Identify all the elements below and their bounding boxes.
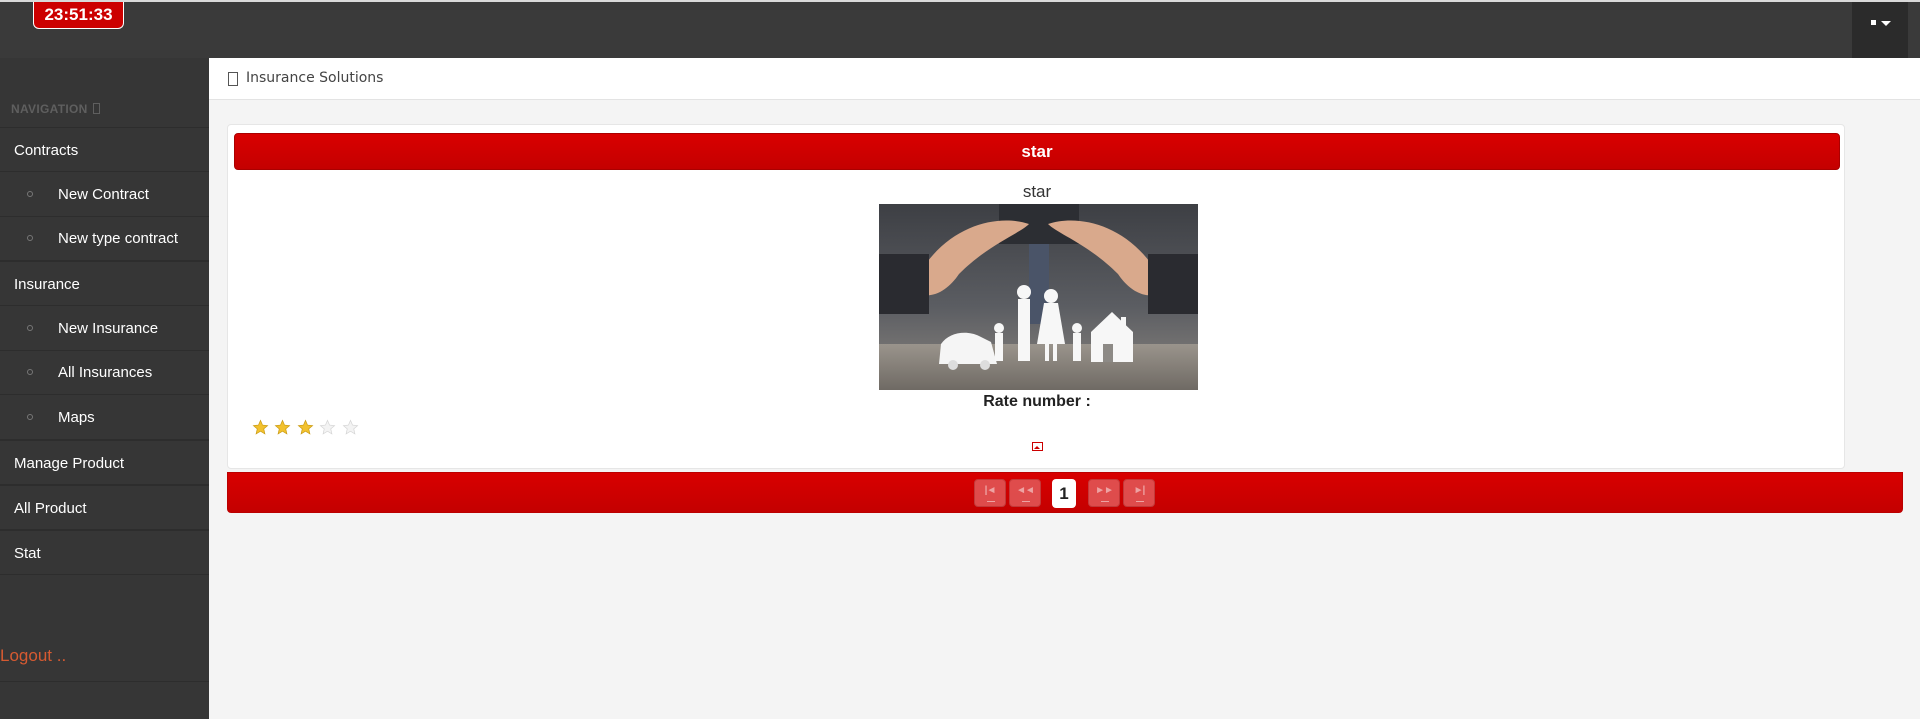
page-icon [228, 72, 238, 86]
panel-header: star [234, 133, 1840, 170]
sidebar-item-label: All Insurances [58, 364, 153, 381]
sidebar-item-all-insurances[interactable]: All Insurances [0, 350, 209, 395]
sidebar-item-label: Maps [58, 409, 95, 426]
sidebar-item-stat[interactable]: Stat [0, 530, 209, 575]
prev-page-button[interactable]: ◄◄ [1009, 479, 1041, 507]
underline [987, 501, 995, 502]
circle-bullet-icon [27, 191, 33, 197]
logout-link[interactable]: Logout .. [0, 639, 209, 682]
last-page-icon: ►| [1133, 485, 1146, 496]
star-icon[interactable] [274, 419, 291, 436]
star-rating[interactable] [252, 419, 360, 437]
sidebar-item-label: New type contract [58, 230, 179, 247]
paginator: |◄ ◄◄ 1 ►► ►| [227, 472, 1903, 513]
sidebar-item-new-insurance[interactable]: New Insurance [0, 306, 209, 351]
sidebar-item-all-product[interactable]: All Product [0, 485, 209, 530]
underline [1022, 501, 1030, 502]
circle-bullet-icon [27, 369, 33, 375]
star-icon[interactable] [297, 419, 314, 436]
rate-number-label: Rate number : [983, 393, 1091, 410]
star-empty-icon[interactable] [319, 419, 336, 436]
clock: 23:51:33 [33, 2, 124, 29]
page-number-current[interactable]: 1 [1052, 479, 1076, 508]
navigation-title: NAVIGATION [11, 102, 88, 116]
sidebar-item-label: New Contract [58, 186, 149, 203]
navigation-heading: NAVIGATION [11, 102, 100, 116]
underline [1101, 501, 1109, 502]
sidebar-item-manage-product[interactable]: Manage Product [0, 440, 209, 485]
sidebar-item-label: All Product [14, 500, 87, 517]
underline [1136, 501, 1144, 502]
star-icon[interactable] [252, 419, 269, 436]
insurance-family-illustration [879, 204, 1198, 390]
sidebar-item-contracts[interactable]: Contracts [0, 127, 209, 172]
sidebar: NAVIGATION Contracts New Contract New ty… [0, 58, 209, 719]
sidebar-item-label: Insurance [14, 276, 80, 293]
circle-bullet-icon [27, 414, 33, 420]
circle-bullet-icon [27, 325, 33, 331]
navigation-toggle-icon[interactable] [92, 103, 100, 114]
product-panel: star star Rate number: [227, 124, 1845, 469]
next-page-button[interactable]: ►► [1088, 479, 1120, 507]
product-title: star [1022, 182, 1052, 201]
next-page-icon: ►► [1095, 485, 1114, 496]
sidebar-item-insurance[interactable]: Insurance [0, 261, 209, 306]
sidebar-item-label: Stat [14, 545, 41, 562]
user-menu-toggle[interactable] [1852, 2, 1908, 58]
sidebar-item-new-contract[interactable]: New Contract [0, 172, 209, 217]
star-empty-icon[interactable] [342, 419, 359, 436]
sidebar-item-label: Contracts [14, 142, 79, 159]
sidebar-item-label: New Insurance [58, 320, 159, 337]
user-icon [1871, 20, 1876, 25]
sidebar-item-maps[interactable]: Maps [0, 395, 209, 440]
last-page-button[interactable]: ►| [1123, 479, 1155, 507]
breadcrumb: Insurance Solutions [209, 58, 1920, 100]
top-bar: 23:51:33 [0, 0, 1920, 58]
sidebar-item-label: Manage Product [14, 455, 125, 472]
caret-down-icon [1881, 21, 1891, 26]
sidebar-item-new-type-contract[interactable]: New type contract [0, 216, 209, 261]
breadcrumb-text: Insurance Solutions [246, 70, 384, 86]
prev-page-icon: ◄◄ [1016, 485, 1035, 496]
circle-bullet-icon [27, 235, 33, 241]
image-icon[interactable] [1032, 442, 1043, 451]
first-page-icon: |◄ [984, 485, 997, 496]
product-image [879, 204, 1198, 390]
first-page-button[interactable]: |◄ [974, 479, 1006, 507]
